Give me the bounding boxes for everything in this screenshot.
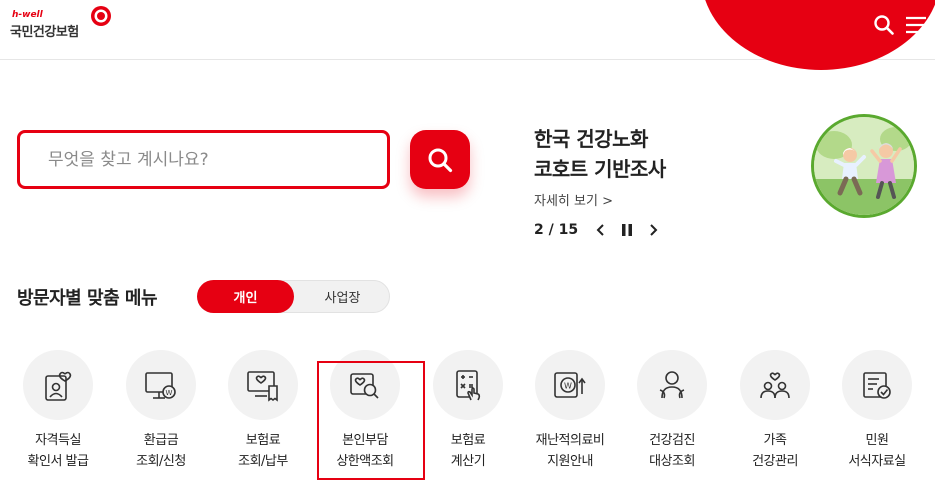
menu-item-label: 가족 건강관리 [725,430,825,472]
site-header: h-well 국민건강보험 [0,0,935,70]
form-document-icon [863,372,891,399]
menu-item-qualification[interactable]: 자격득실 확인서 발급 [8,350,108,472]
menu-item-refund[interactable]: W 환급금 조회/신청 [111,350,211,472]
chevron-left-icon[interactable] [590,219,612,241]
menu-icon-circle [433,350,503,420]
section-title: 방문자별 맞춤 메뉴 [17,288,158,309]
menu-item-label: 본인부담 상한액조회 [315,430,415,472]
label-line: 보험료 [450,433,486,448]
menu-icon-circle [637,350,707,420]
logo-title: 국민건강보험 [10,25,79,40]
certificate-user-icon [45,371,72,401]
checkup-person-icon [659,371,685,399]
banner-more-link[interactable]: 자세히 보기 > [534,190,613,209]
label-line: 상한액조회 [336,454,394,469]
label-line: 계산기 [450,454,486,469]
search-box [17,130,390,189]
menu-icon-circle [330,350,400,420]
menu-item-catastrophic-medical[interactable]: W 재난적의료비 지원안내 [520,350,620,472]
menu-item-label: 보험료 조회/납부 [213,430,313,472]
label-line: 확인서 발급 [27,454,89,469]
logo-mark-icon [91,6,111,26]
label-line: 건강관리 [752,454,798,469]
nhis-logo[interactable]: h-well 국민건강보험 [8,4,118,44]
label-line: 가족 [763,433,787,448]
search-button[interactable] [410,130,470,189]
logo-subtitle: h-well [12,10,43,20]
label-line: 지원안내 [547,454,593,469]
menu-item-label: 자격득실 확인서 발급 [8,430,108,472]
banner-illustration[interactable] [811,114,917,218]
label-line: 자격득실 [35,433,81,448]
family-heart-icon [760,372,790,399]
heart-search-icon [350,373,379,399]
menu-icon-circle: W [126,350,196,420]
menu-item-label: 재난적의료비 지원안내 [520,430,620,472]
hamburger-menu-icon[interactable] [905,14,927,36]
menu-item-label: 건강검진 대상조회 [622,430,722,472]
calculator-hand-icon [456,370,481,401]
menu-item-family-health[interactable]: 가족 건강관리 [725,350,825,472]
search-icon[interactable] [873,14,895,36]
svg-text:W: W [166,389,173,397]
banner-page-indicator: 2 / 15 [534,222,579,238]
menu-icon-circle: W [535,350,605,420]
label-line: 조회/납부 [238,454,288,469]
menu-icon-circle [740,350,810,420]
toggle-individual[interactable]: 개인 [197,280,294,313]
label-line: 조회/신청 [136,454,186,469]
menu-item-calculator[interactable]: 보험료 계산기 [418,350,518,472]
search-input[interactable] [20,133,387,186]
label-line: 본인부담 [342,433,388,448]
banner-title-line1: 한국 건강노화 [534,127,648,151]
menu-item-copay-ceiling[interactable]: 본인부담 상한액조회 [315,350,425,480]
receipt-heart-icon [247,371,278,402]
menu-item-premium[interactable]: 보험료 조회/납부 [213,350,313,472]
label-line: 서식자료실 [848,454,906,469]
label-line: 건강검진 [649,433,695,448]
menu-item-health-checkup[interactable]: 건강검진 대상조회 [622,350,722,472]
visitor-type-toggle: 개인 사업장 [197,280,390,313]
banner-pager: 2 / 15 [534,219,664,241]
toggle-business[interactable]: 사업장 [294,280,391,313]
won-support-icon: W [554,372,586,398]
label-line: 민원 [865,433,889,448]
menu-item-civil-forms[interactable]: 민원 서식자료실 [827,350,927,472]
menu-icon-circle [228,350,298,420]
banner-title-line2: 코호트 기반조사 [534,157,666,181]
svg-text:W: W [564,382,572,391]
menu-item-label: 보험료 계산기 [418,430,518,472]
menu-icon-circle [842,350,912,420]
pause-icon[interactable] [616,219,638,241]
banner-title: 한국 건강노화 코호트 기반조사 [534,124,666,184]
menu-item-label: 민원 서식자료실 [827,430,927,472]
label-line: 보험료 [245,433,281,448]
search-icon [428,148,453,172]
menu-icon-circle [23,350,93,420]
label-line: 재난적의료비 [535,433,605,448]
label-line: 환급금 [143,433,179,448]
monitor-won-icon: W [145,372,176,399]
chevron-right-icon[interactable] [642,219,664,241]
menu-item-label: 환급금 조회/신청 [111,430,211,472]
label-line: 대상조회 [649,454,695,469]
header-actions [873,12,927,38]
